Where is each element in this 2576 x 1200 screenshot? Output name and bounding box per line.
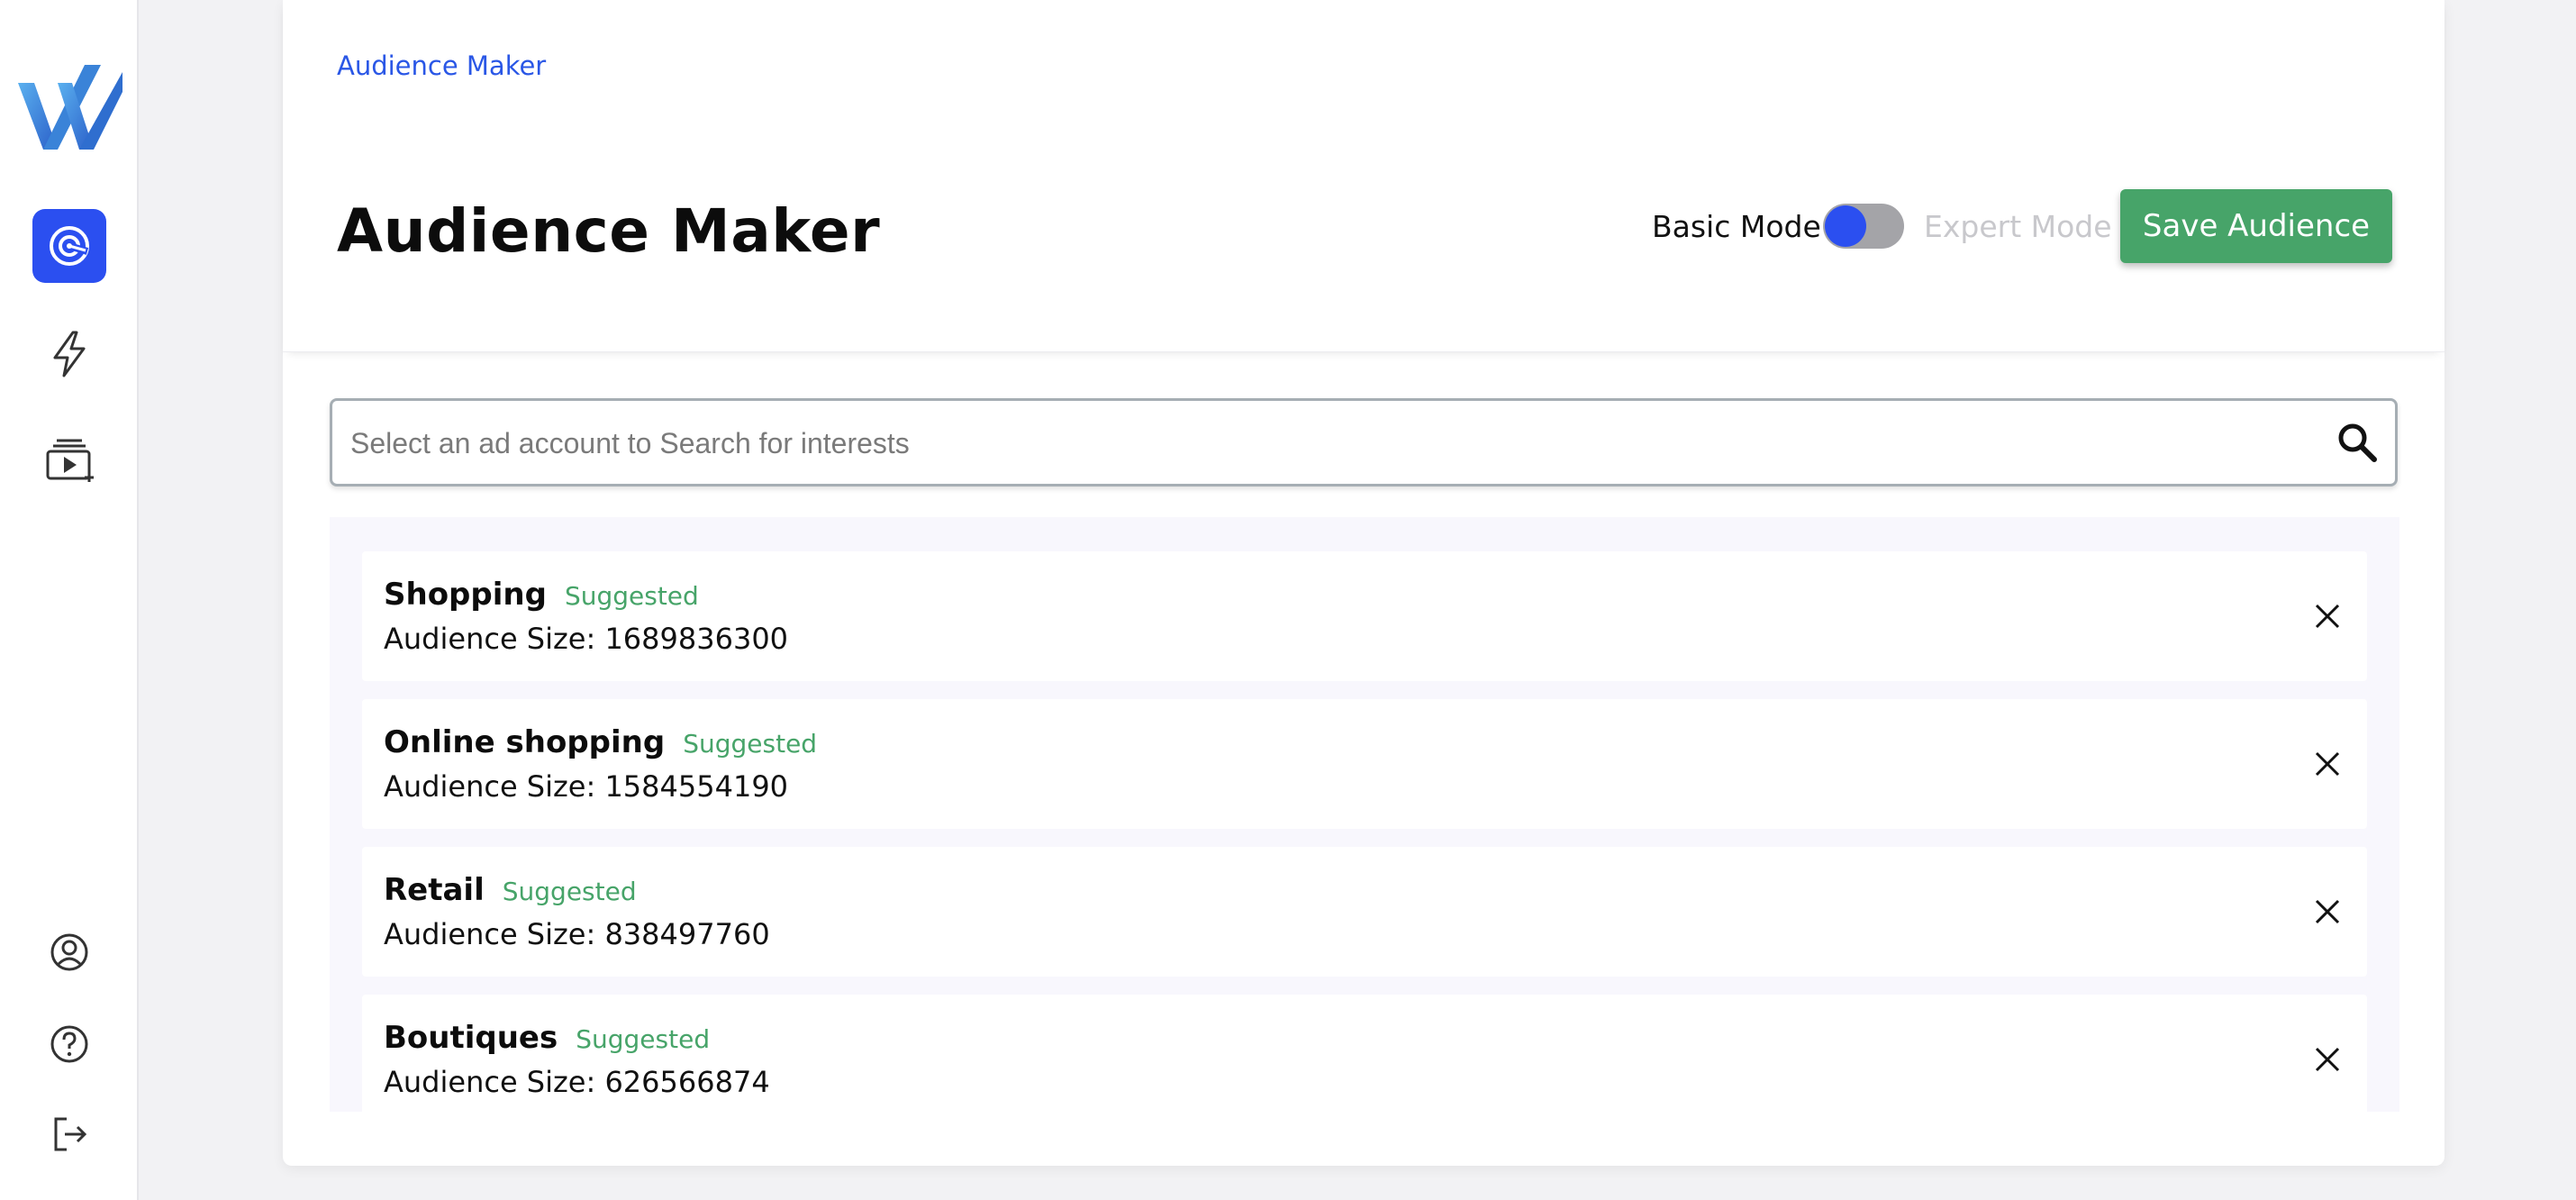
sidebar xyxy=(0,0,139,1200)
mode-toggle[interactable] xyxy=(1823,204,1904,249)
remove-interest-button[interactable] xyxy=(2308,1040,2347,1079)
list-item: Shopping Suggested Audience Size: 1689836… xyxy=(362,551,2367,681)
nav-lightning-button[interactable] xyxy=(32,317,106,391)
help-button[interactable] xyxy=(43,1018,95,1070)
page-header: Audience Maker Audience Maker Basic Mode… xyxy=(283,0,2444,352)
mode-toggle-knob xyxy=(1825,205,1866,247)
list-item: Retail Suggested Audience Size: 838497760 xyxy=(362,847,2367,977)
interest-name: Boutiques xyxy=(384,1020,558,1056)
lightning-icon xyxy=(53,331,86,377)
video-library-icon xyxy=(46,439,94,482)
interest-name: Retail xyxy=(384,872,485,908)
close-icon xyxy=(2315,751,2340,777)
radar-icon xyxy=(50,226,89,266)
interest-search-box xyxy=(330,398,2398,486)
nav-radar-button[interactable] xyxy=(32,209,106,283)
audience-size: Audience Size: 838497760 xyxy=(384,917,770,951)
audience-size: Audience Size: 1584554190 xyxy=(384,769,789,804)
save-audience-button[interactable]: Save Audience xyxy=(2120,189,2392,263)
logout-button[interactable] xyxy=(43,1108,95,1160)
interest-name: Online shopping xyxy=(384,724,666,760)
audience-size: Audience Size: 1689836300 xyxy=(384,622,789,656)
breadcrumb-audience-maker[interactable]: Audience Maker xyxy=(337,50,546,81)
close-icon xyxy=(2315,899,2340,924)
user-icon xyxy=(50,933,88,971)
close-icon xyxy=(2315,604,2340,629)
logout-icon xyxy=(54,1117,87,1151)
nav-video-library-button[interactable] xyxy=(32,422,106,495)
suggested-badge: Suggested xyxy=(576,1024,711,1054)
audience-maker-card: Audience Maker Audience Maker Basic Mode… xyxy=(283,0,2444,1166)
page-title: Audience Maker xyxy=(337,196,881,266)
suggested-badge: Suggested xyxy=(683,729,818,759)
remove-interest-button[interactable] xyxy=(2308,744,2347,784)
audience-size: Audience Size: 626566874 xyxy=(384,1065,770,1099)
remove-interest-button[interactable] xyxy=(2308,892,2347,932)
list-item: Boutiques Suggested Audience Size: 626566… xyxy=(362,995,2367,1112)
suggested-badge: Suggested xyxy=(564,581,699,611)
brand-logo[interactable] xyxy=(18,65,122,150)
close-icon xyxy=(2315,1047,2340,1072)
help-icon xyxy=(50,1025,88,1063)
expert-mode-label: Expert Mode xyxy=(1924,209,2112,244)
suggested-badge: Suggested xyxy=(502,877,637,906)
interest-results-list: Shopping Suggested Audience Size: 1689836… xyxy=(330,517,2399,1112)
search-icon[interactable] xyxy=(2336,421,2379,464)
interest-search-input[interactable] xyxy=(349,401,2316,486)
interest-name: Shopping xyxy=(384,577,547,613)
basic-mode-label: Basic Mode xyxy=(1652,209,1821,244)
list-item: Online shopping Suggested Audience Size: … xyxy=(362,699,2367,829)
remove-interest-button[interactable] xyxy=(2308,596,2347,636)
profile-button[interactable] xyxy=(43,926,95,978)
